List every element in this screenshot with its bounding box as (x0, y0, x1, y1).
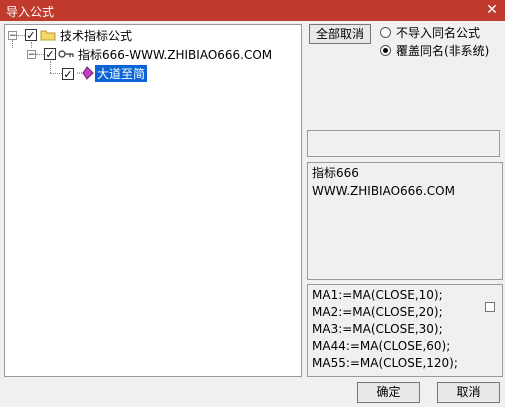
code-checkbox[interactable] (485, 302, 495, 312)
info-line-2: WWW.ZHIBIAO666.COM (312, 184, 455, 198)
tree-connector (17, 35, 25, 36)
formula-line: MA1:=MA(CLOSE,10); (312, 288, 443, 302)
deselect-all-button[interactable]: 全部取消 (309, 24, 371, 44)
formula-line: MA44:=MA(CLOSE,60); (312, 339, 451, 353)
radio-overwrite-label[interactable]: 覆盖同名(非系统) (396, 42, 489, 59)
root-checkbox[interactable]: ✓ (25, 29, 37, 41)
import-formula-dialog: 导入公式 ✕ − ✓ 技术指标公式 − ✓ 指标666-WWW.ZHIBIAO6… (0, 0, 505, 407)
formula-line: MA55:=MA(CLOSE,120); (312, 356, 458, 370)
formula-icon (77, 66, 94, 80)
tree-item-root-label[interactable]: 技术指标公式 (60, 27, 132, 44)
tree-connector (50, 73, 62, 74)
window-title: 导入公式 (6, 5, 55, 19)
title-bar: 导入公式 ✕ (0, 0, 505, 21)
child-checkbox[interactable]: ✓ (44, 48, 56, 60)
leaf-checkbox[interactable]: ✓ (62, 68, 74, 80)
folder-icon (40, 30, 56, 41)
close-icon[interactable]: ✕ (479, 0, 505, 21)
formula-line: MA3:=MA(CLOSE,30); (312, 322, 443, 336)
formula-line: MA2:=MA(CLOSE,20); (312, 305, 443, 319)
formula-info-box: 指标666 WWW.ZHIBIAO666.COM (307, 162, 503, 280)
tree-connector (12, 40, 13, 48)
formula-code-box: MA1:=MA(CLOSE,10); MA2:=MA(CLOSE,20); MA… (307, 284, 503, 377)
collapse-icon[interactable]: − (8, 31, 17, 41)
tree-connector (50, 61, 51, 73)
formula-tree[interactable]: − ✓ 技术指标公式 − ✓ 指标666-WWW.ZHIBIAO666.COM … (4, 24, 302, 377)
collapse-icon[interactable]: − (27, 50, 36, 60)
info-line-1: 指标666 (312, 166, 359, 180)
cancel-button[interactable]: 取消 (437, 382, 500, 403)
tree-item-leaf-label[interactable]: 大道至简 (95, 65, 148, 82)
tree-connector (36, 54, 44, 55)
status-field (307, 130, 500, 157)
ok-button[interactable]: 确定 (357, 382, 420, 403)
radio-overwrite[interactable] (380, 45, 391, 56)
tree-item-child-label[interactable]: 指标666-WWW.ZHIBIAO666.COM (78, 46, 272, 63)
key-icon (58, 50, 74, 58)
radio-no-import-label[interactable]: 不导入同名公式 (396, 24, 480, 41)
tree-connector (31, 42, 32, 48)
radio-no-import[interactable] (380, 27, 391, 38)
